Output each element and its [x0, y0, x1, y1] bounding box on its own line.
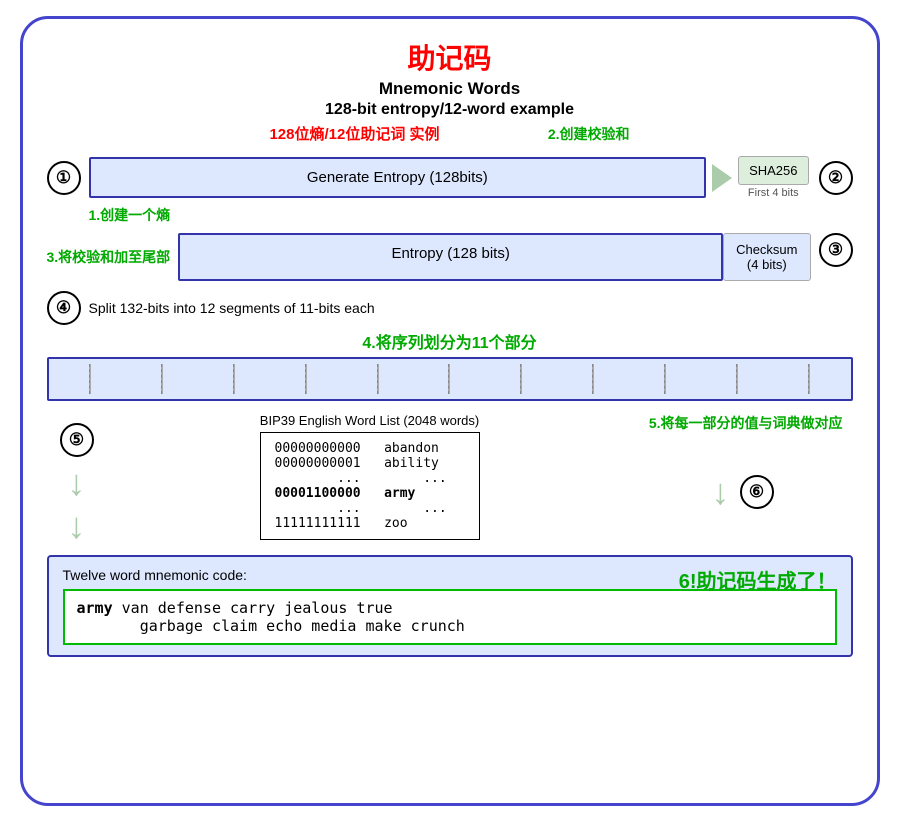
- wl-row-4: 00001100000 army: [275, 486, 465, 501]
- seg-div-11: [808, 364, 810, 394]
- sha-area: SHA256 First 4 bits: [738, 156, 808, 199]
- mnemonic-output: army van defense carry jealous true garb…: [63, 589, 837, 645]
- subtitle-cn: 128位熵/12位助记词 实例 2.创建校验和: [47, 123, 853, 144]
- title-en2: 128-bit entropy/12-word example: [47, 101, 853, 119]
- right-side: 5.将每一部分的值与词典做对应 ↓ ⑥: [633, 413, 853, 513]
- seg-div-1: [89, 364, 91, 394]
- sha256-box: SHA256: [738, 156, 808, 185]
- mnemonic-rest: van defense carry jealous true garbage c…: [77, 599, 465, 635]
- title-en1: Mnemonic Words: [47, 79, 853, 99]
- seg-div-2: [161, 364, 163, 394]
- step4-circle: ④: [47, 291, 81, 325]
- wl-row-2: 00000000001 ability: [275, 456, 465, 471]
- wordlist-box: 00000000000 abandon 00000000001 ability …: [260, 432, 480, 540]
- seg-div-10: [736, 364, 738, 394]
- first4bits-label: First 4 bits: [748, 187, 799, 199]
- seg-div-7: [520, 364, 522, 394]
- big-arrow-down-1: ↓: [68, 461, 86, 504]
- title-cn: 助记码: [47, 37, 853, 77]
- seg-div-9: [664, 364, 666, 394]
- step5-circle: ⑤: [60, 423, 94, 457]
- step4-label-cn: 4.将序列划分为11个部分: [47, 329, 853, 353]
- wl-row-1: 00000000000 abandon: [275, 441, 465, 456]
- wl-row-6: 11111111111 zoo: [275, 516, 465, 531]
- mnemonic-bold-word: army: [77, 599, 113, 617]
- step2-circle: ②: [819, 161, 853, 195]
- seg-div-4: [305, 364, 307, 394]
- step6-area: ↓ ⑥: [712, 471, 774, 513]
- wordlist-title: BIP39 English Word List (2048 words): [107, 413, 633, 428]
- step6-circle: ⑥: [740, 475, 774, 509]
- step2-label-cn: 2.创建校验和: [548, 126, 630, 142]
- step3-circle: ③: [819, 233, 853, 267]
- seg-div-8: [592, 364, 594, 394]
- split-label: ④ Split 132-bits into 12 segments of 11-…: [47, 291, 853, 325]
- wl-row-5: ... ...: [275, 501, 465, 516]
- arrow-right-1: [712, 164, 732, 192]
- main-card: 助记码 Mnemonic Words 128-bit entropy/12-wo…: [20, 16, 880, 806]
- seg-div-6: [448, 364, 450, 394]
- entropy-box2: Entropy (128 bits): [178, 233, 723, 281]
- segment-bar: [47, 357, 853, 401]
- arrow-down-right: ↓: [712, 471, 730, 513]
- mnemonic-row: 6!助记码生成了！ Twelve word mnemonic code: arm…: [47, 555, 853, 657]
- seg-div-3: [233, 364, 235, 394]
- wordlist-container: BIP39 English Word List (2048 words) 000…: [107, 413, 633, 540]
- step6-label-cn: 6!助记码生成了！: [679, 565, 837, 594]
- seg-div-5: [377, 364, 379, 394]
- left-arrow-area: ⑤ ↓ ↓: [47, 413, 107, 547]
- wordlist-row: ⑤ ↓ ↓ BIP39 English Word List (2048 word…: [47, 413, 853, 547]
- big-arrow-down-2: ↓: [68, 504, 86, 547]
- step1-circle: ①: [47, 161, 81, 195]
- wl-row-3: ... ...: [275, 471, 465, 486]
- step3-label-cn: 3.将校验和加至尾部: [47, 247, 171, 267]
- split-row: ④ Split 132-bits into 12 segments of 11-…: [47, 291, 853, 401]
- step5-label-cn: 5.将每一部分的值与词典做对应: [633, 413, 853, 433]
- checksum-box: Checksum(4 bits): [723, 233, 810, 281]
- step1-label-cn: 1.创建一个熵: [89, 207, 171, 223]
- entropy-box: Generate Entropy (128bits): [89, 157, 707, 198]
